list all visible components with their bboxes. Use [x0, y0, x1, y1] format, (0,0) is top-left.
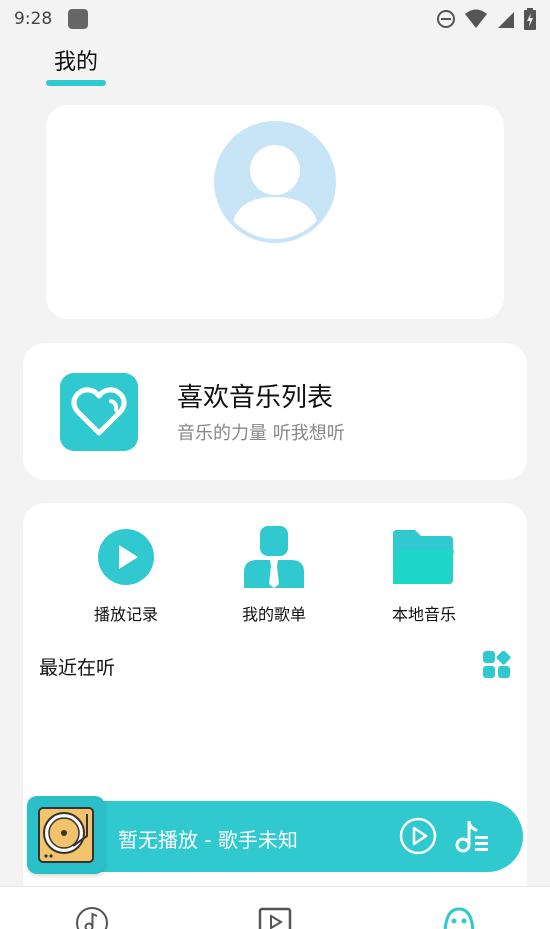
bottom-navigation: [0, 886, 550, 929]
my-playlist-label: 我的歌单: [241, 605, 306, 624]
play-circle-icon: [94, 525, 158, 589]
profile-card: [46, 105, 504, 319]
folder-icon: [392, 525, 456, 589]
mine-face-icon[interactable]: [441, 905, 477, 929]
avatar[interactable]: [214, 121, 336, 243]
app-notification-icon: [68, 9, 89, 29]
recent-listening-title: 最近在听: [39, 657, 116, 679]
page-title-tab: 我的: [46, 44, 106, 86]
favorite-music-card[interactable]: 喜欢音乐列表 音乐的力量 听我想听: [23, 343, 527, 480]
my-playlist-button[interactable]: 我的歌单: [214, 525, 334, 625]
play-button-icon[interactable]: [399, 817, 437, 855]
do-not-disturb-icon: [437, 10, 455, 28]
playlist-icon[interactable]: [455, 818, 491, 854]
now-playing-text: 暂无播放 - 歌手未知: [118, 828, 298, 852]
page-title: 我的: [54, 50, 99, 75]
play-history-button[interactable]: 播放记录: [66, 525, 186, 625]
turntable-icon[interactable]: [27, 796, 105, 874]
status-time: 9:28: [14, 9, 53, 29]
status-icons: [436, 8, 536, 30]
music-note-icon[interactable]: [74, 905, 110, 929]
play-history-label: 播放记录: [93, 605, 158, 624]
user-silhouette-icon: [232, 145, 318, 239]
signal-icon: [498, 12, 514, 28]
wifi-icon: [465, 9, 487, 28]
favorite-title: 喜欢音乐列表: [177, 383, 334, 413]
battery-icon: [524, 8, 536, 30]
grid-icon[interactable]: [483, 651, 511, 679]
favorite-subtitle: 音乐的力量 听我想听: [177, 423, 345, 444]
user-tie-icon: [242, 525, 306, 589]
status-bar: 9:28: [0, 0, 550, 38]
local-music-button[interactable]: 本地音乐: [364, 525, 484, 625]
local-music-label: 本地音乐: [391, 605, 456, 624]
title-underline: [46, 80, 106, 86]
video-play-icon[interactable]: [257, 905, 293, 929]
heart-icon: [60, 373, 138, 451]
